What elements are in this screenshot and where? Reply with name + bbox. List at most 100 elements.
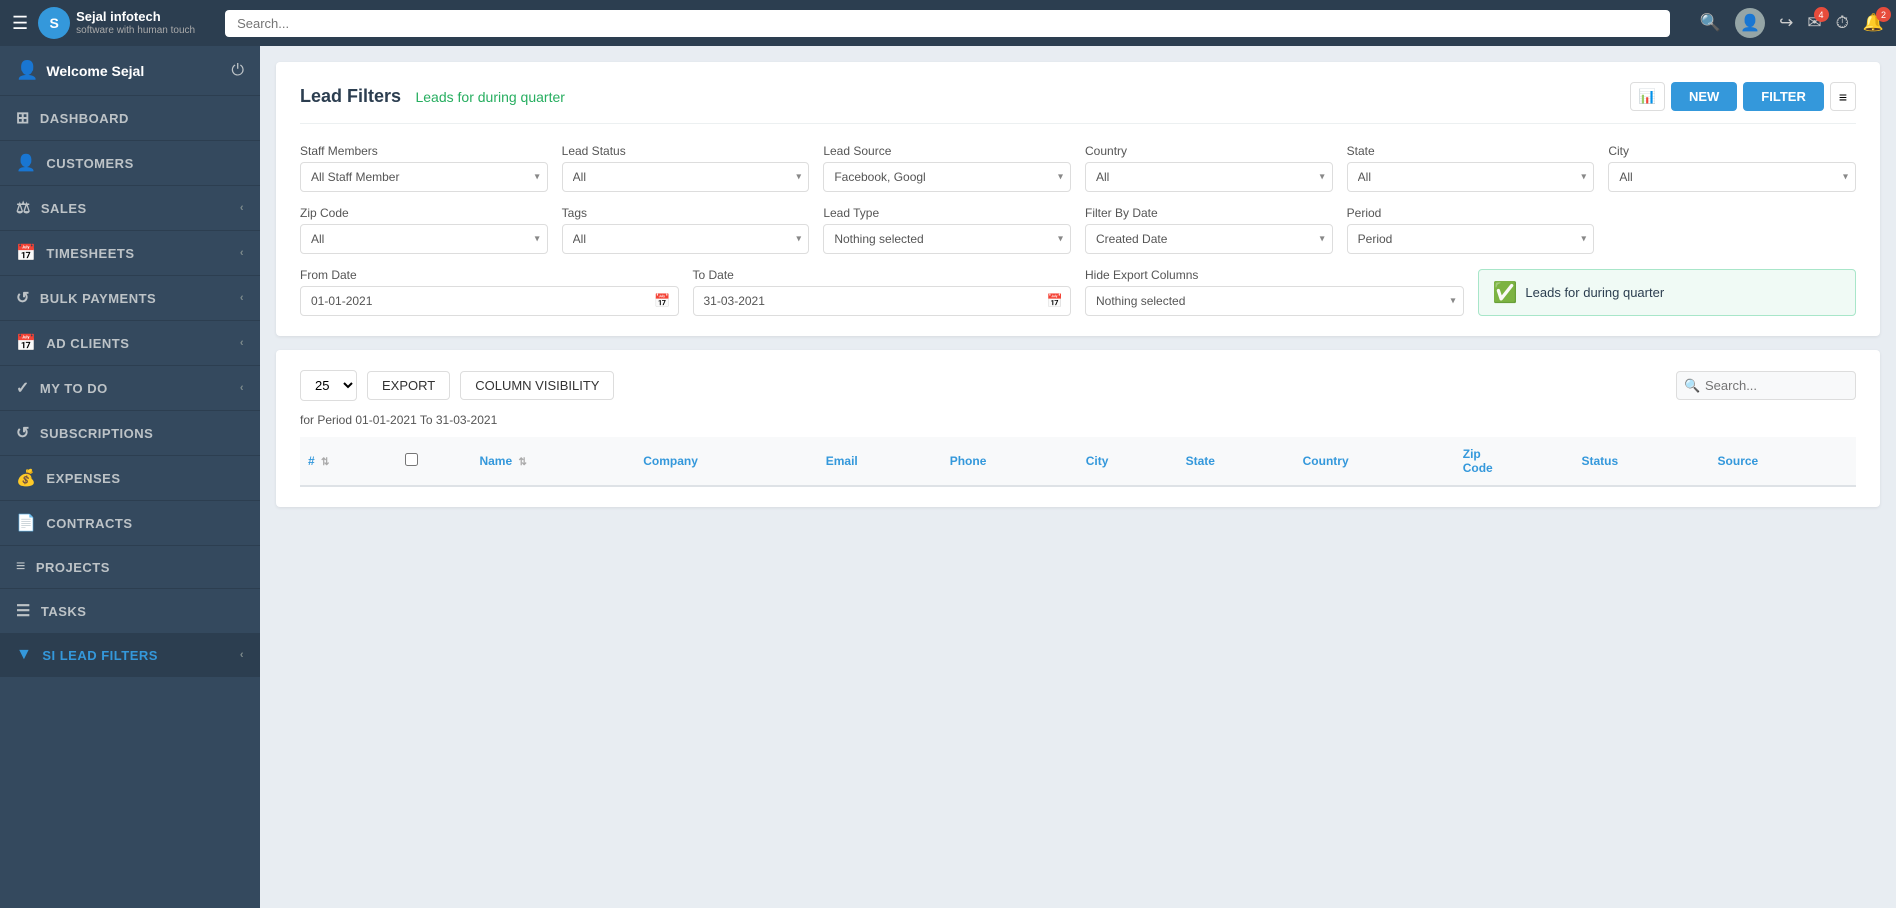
column-visibility-button[interactable]: COLUMN VISIBILITY (460, 371, 614, 400)
customers-icon: 👤 (16, 153, 36, 173)
expenses-icon: 💰 (16, 468, 36, 488)
menu-icon[interactable]: ☰ (12, 13, 28, 34)
col-hash: # ⇅ (300, 437, 397, 486)
messages-icon[interactable]: ✉ 4 (1807, 13, 1821, 33)
ad-clients-icon: 📅 (16, 333, 36, 353)
sidebar-item-customers[interactable]: 👤 CUSTOMERS (0, 141, 260, 186)
to-date-label: To Date (693, 268, 1072, 282)
chevron-icon: ‹ (240, 337, 244, 349)
sidebar-item-projects[interactable]: ≡ PROJECTS (0, 546, 260, 589)
col-city[interactable]: City (1078, 437, 1178, 486)
period-label: Period (1347, 206, 1595, 220)
sort-icon: ⇅ (518, 457, 526, 468)
sidebar-item-tasks[interactable]: ☰ TASKS (0, 589, 260, 634)
bulk-payments-icon: ↺ (16, 288, 30, 308)
filter-by-date-label: Filter By Date (1085, 206, 1333, 220)
from-date-label: From Date (300, 268, 679, 282)
zip-code-label: Zip Code (300, 206, 548, 220)
tags-label: Tags (562, 206, 810, 220)
hide-export-label: Hide Export Columns (1085, 268, 1464, 282)
notifications-icon[interactable]: 🔔 2 (1863, 13, 1884, 33)
lead-status-select[interactable]: All (562, 162, 810, 192)
col-country[interactable]: Country (1295, 437, 1455, 486)
avatar[interactable]: 👤 (1735, 8, 1765, 38)
filter-button[interactable]: FILTER (1743, 82, 1824, 111)
power-icon[interactable]: ⏻ (231, 62, 244, 80)
page-title: Lead Filters (300, 86, 401, 106)
table-search-icon: 🔍 (1684, 378, 1700, 394)
state-select[interactable]: All (1347, 162, 1595, 192)
dashboard-icon: ⊞ (16, 108, 30, 128)
city-label: City (1608, 144, 1856, 158)
sidebar-item-subscriptions[interactable]: ↺ SUBSCRIPTIONS (0, 411, 260, 456)
table-search-input[interactable] (1676, 371, 1856, 400)
page-subtitle: Leads for during quarter (415, 89, 564, 105)
zip-code-select[interactable]: All (300, 224, 548, 254)
timesheets-icon: 📅 (16, 243, 36, 263)
export-button[interactable]: EXPORT (367, 371, 450, 400)
si-lead-icon: ▼ (16, 646, 32, 664)
to-date-input[interactable] (693, 286, 1072, 316)
sidebar-item-si-lead-filters[interactable]: ▼ SI LEAD FILTERS ‹ (0, 634, 260, 677)
lead-source-select[interactable]: Facebook, Googl (823, 162, 1071, 192)
projects-icon: ≡ (16, 558, 26, 576)
to-date-calendar-icon: 📅 (1047, 293, 1063, 309)
logo: S Sejal infotech software with human tou… (38, 7, 195, 39)
forward-icon[interactable]: ↪ (1779, 13, 1793, 33)
sidebar-item-contracts[interactable]: 📄 CONTRACTS (0, 501, 260, 546)
user-icon: 👤 (16, 60, 38, 81)
main-content: Lead Filters Leads for during quarter 📊 … (260, 46, 1896, 908)
success-badge: ✅ Leads for during quarter (1478, 269, 1857, 316)
col-phone[interactable]: Phone (942, 437, 1078, 486)
subscriptions-icon: ↺ (16, 423, 30, 443)
global-search-input[interactable] (225, 10, 1670, 37)
staff-members-select[interactable]: All Staff Member (300, 162, 548, 192)
col-name[interactable]: Name ⇅ (471, 437, 635, 486)
hide-export-select[interactable]: Nothing selected (1085, 286, 1464, 316)
tags-select[interactable]: All (562, 224, 810, 254)
sales-icon: ⚖ (16, 198, 31, 218)
sidebar-user: 👤 Welcome Sejal ⏻ (0, 46, 260, 96)
period-select[interactable]: Period (1347, 224, 1595, 254)
lead-type-select[interactable]: Nothing selected (823, 224, 1071, 254)
from-date-calendar-icon: 📅 (654, 293, 670, 309)
col-source[interactable]: Source (1710, 437, 1856, 486)
select-all-checkbox[interactable] (405, 453, 418, 466)
new-button[interactable]: NEW (1671, 82, 1737, 111)
country-label: Country (1085, 144, 1333, 158)
rows-per-page-select[interactable]: 25 (300, 370, 357, 401)
from-date-input[interactable] (300, 286, 679, 316)
clock-icon[interactable]: ⏱ (1836, 13, 1849, 33)
col-company[interactable]: Company (635, 437, 818, 486)
chart-button[interactable]: 📊 (1630, 82, 1665, 111)
filter-by-date-select[interactable]: Created Date (1085, 224, 1333, 254)
lead-status-label: Lead Status (562, 144, 810, 158)
sidebar-item-bulk-payments[interactable]: ↺ BULK PAYMENTS ‹ (0, 276, 260, 321)
logo-circle: S (38, 7, 70, 39)
table-toolbar: 25 EXPORT COLUMN VISIBILITY 🔍 (300, 370, 1856, 401)
success-icon: ✅ (1493, 280, 1518, 305)
country-select[interactable]: All (1085, 162, 1333, 192)
search-icon[interactable]: 🔍 (1700, 13, 1721, 33)
todo-icon: ✓ (16, 378, 30, 398)
staff-members-label: Staff Members (300, 144, 548, 158)
card-header: Lead Filters Leads for during quarter 📊 … (300, 82, 1856, 124)
sidebar-item-dashboard[interactable]: ⊞ DASHBOARD (0, 96, 260, 141)
tasks-icon: ☰ (16, 601, 31, 621)
sidebar-item-my-todo[interactable]: ✓ MY TO DO ‹ (0, 366, 260, 411)
sidebar-item-expenses[interactable]: 💰 EXPENSES (0, 456, 260, 501)
list-view-button[interactable]: ≡ (1830, 82, 1856, 111)
sidebar-item-sales[interactable]: ⚖ SALES ‹ (0, 186, 260, 231)
col-state[interactable]: State (1178, 437, 1295, 486)
lead-type-label: Lead Type (823, 206, 1071, 220)
period-text: for Period 01-01-2021 To 31-03-2021 (300, 413, 1856, 427)
topnav-icon-group: 🔍 👤 ↪ ✉ 4 ⏱ 🔔 2 (1700, 8, 1884, 38)
col-checkbox[interactable] (397, 437, 472, 486)
sidebar-item-ad-clients[interactable]: 📅 AD CLIENTS ‹ (0, 321, 260, 366)
col-zip[interactable]: ZipCode (1455, 437, 1574, 486)
col-status[interactable]: Status (1574, 437, 1710, 486)
city-select[interactable]: All (1608, 162, 1856, 192)
col-email[interactable]: Email (818, 437, 942, 486)
table-search-wrap: 🔍 (1676, 371, 1856, 400)
sidebar-item-timesheets[interactable]: 📅 TIMESHEETS ‹ (0, 231, 260, 276)
